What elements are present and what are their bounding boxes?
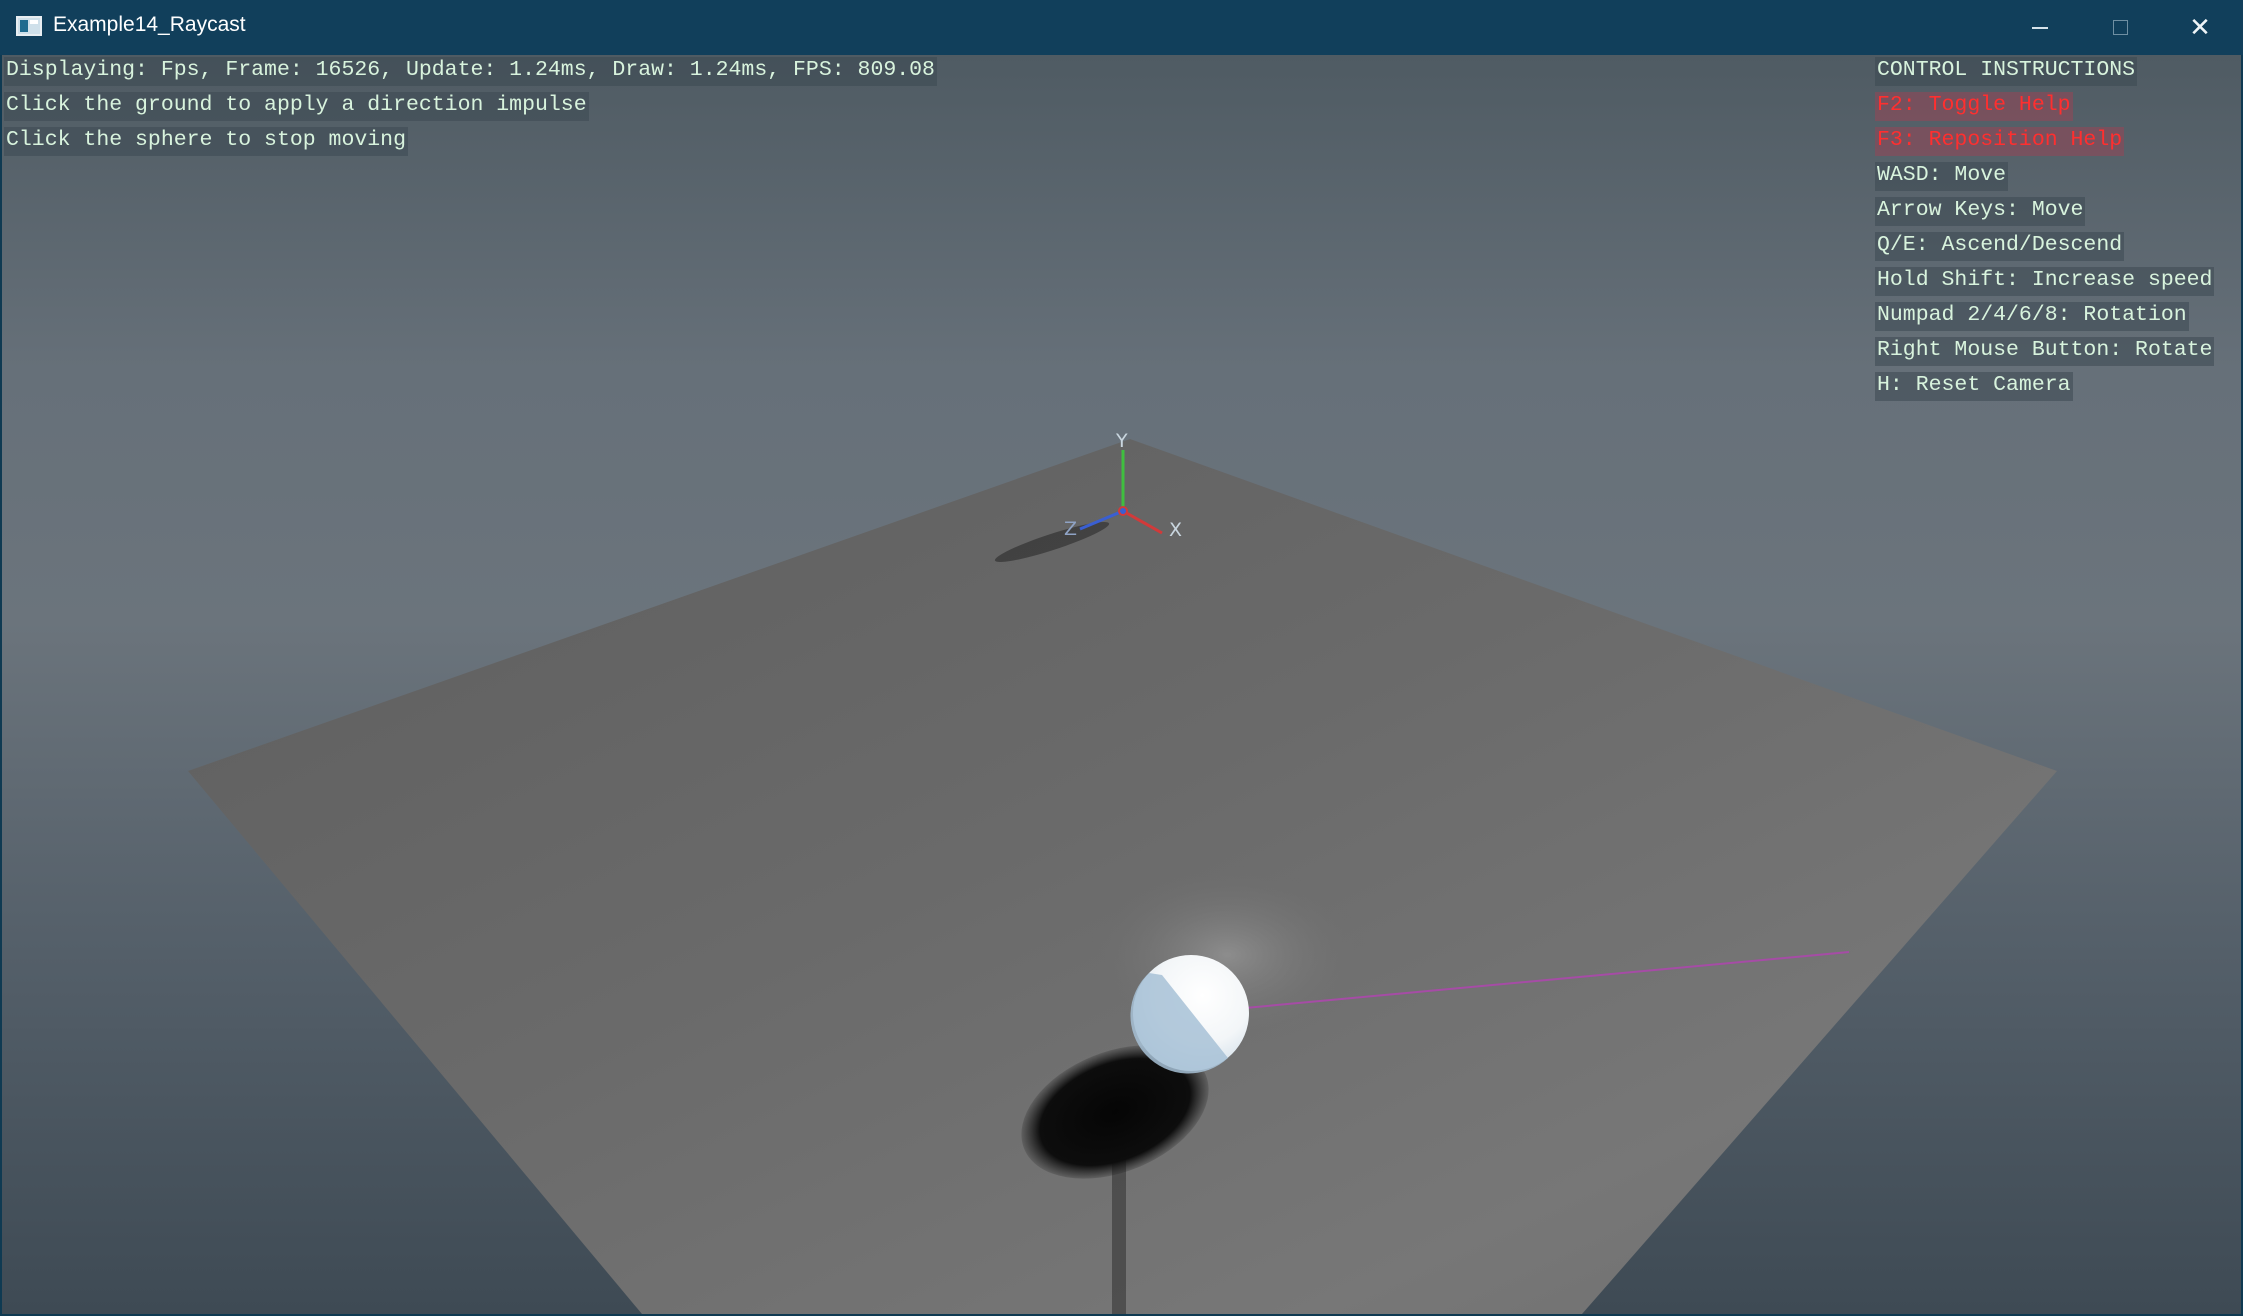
app-icon [16, 16, 42, 36]
minimize-icon [2032, 26, 2048, 29]
sphere-drop-shadow [1112, 1155, 1126, 1314]
axis-y-label: Y [1115, 430, 1128, 452]
stats-line: Displaying: Fps, Frame: 16526, Update: 1… [4, 57, 937, 86]
help-item-shift: Hold Shift: Increase speed [1875, 267, 2215, 296]
help-item-reset: H: Reset Camera [1875, 372, 2073, 401]
instruction-ground: Click the ground to apply a direction im… [4, 92, 589, 121]
maximize-icon [2112, 20, 2128, 35]
window-title: Example14_Raycast [53, 13, 246, 36]
axis-z-label: Z [1064, 518, 1077, 540]
help-item-wasd: WASD: Move [1875, 162, 2009, 191]
minimize-button[interactable] [2000, 0, 2080, 55]
help-item-numpad: Numpad 2/4/6/8: Rotation [1875, 302, 2189, 331]
close-button[interactable]: ✕ [2160, 0, 2240, 55]
help-item-reposition: F3: Reposition Help [1875, 127, 2125, 156]
help-item-arrows: Arrow Keys: Move [1875, 197, 2086, 226]
close-icon: ✕ [2189, 12, 2211, 43]
help-item-rmb: Right Mouse Button: Rotate [1875, 337, 2215, 366]
title-bar[interactable]: Example14_Raycast ✕ [0, 0, 2243, 55]
instruction-sphere: Click the sphere to stop moving [4, 127, 408, 156]
render-viewport[interactable]: Y X Z Displaying: Fps, Frame: 16526, Upd… [2, 55, 2241, 1314]
help-title: CONTROL INSTRUCTIONS [1875, 57, 2138, 86]
app-window: Example14_Raycast ✕ Y X Z Displaying: Fp… [0, 0, 2243, 1316]
axis-x-label: X [1169, 519, 1182, 541]
maximize-button[interactable] [2080, 0, 2160, 55]
help-item-ascend: Q/E: Ascend/Descend [1875, 232, 2125, 261]
help-item-toggle: F2: Toggle Help [1875, 92, 2073, 121]
